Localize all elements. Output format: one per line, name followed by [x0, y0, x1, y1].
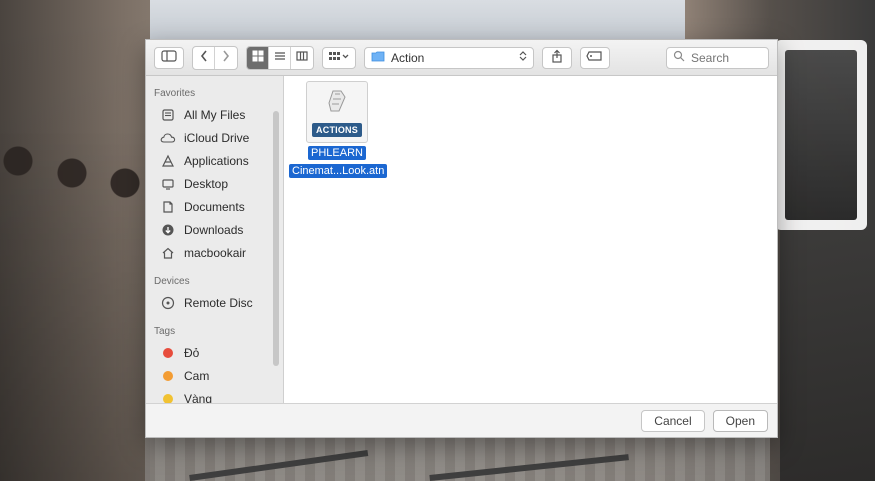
file-type-badge: ACTIONS	[312, 123, 362, 137]
back-button[interactable]	[193, 46, 215, 69]
location-label: Action	[391, 50, 425, 65]
sidebar-item-documents[interactable]: Documents	[146, 195, 283, 218]
sidebar-item-label: Desktop	[184, 176, 229, 191]
dialog-toolbar: Action	[146, 40, 777, 76]
search-input[interactable]	[691, 50, 761, 65]
view-columns-button[interactable]	[291, 47, 313, 69]
sidebar-item-label: macbookair	[184, 245, 247, 260]
desktop-icon	[160, 176, 176, 192]
background-sky	[150, 0, 685, 42]
sidebar-toggle-button[interactable]	[154, 46, 184, 69]
file-name-line2: Cinemat...Look.atn	[289, 164, 388, 178]
file-browser: ACTIONS PHLEARN Cinemat...Look.atn	[284, 76, 777, 403]
disc-icon	[160, 295, 176, 311]
updown-chevrons-icon	[519, 50, 527, 65]
view-list-button[interactable]	[269, 46, 291, 69]
open-file-dialog: Action Search Favorites All My Files iCl…	[145, 39, 778, 438]
columns-icon	[296, 49, 308, 67]
tag-button[interactable]	[580, 46, 610, 69]
documents-icon	[160, 199, 176, 215]
dialog-footer: Cancel Open	[146, 403, 777, 437]
tag-icon	[586, 50, 604, 65]
cloud-icon	[160, 130, 176, 146]
downloads-icon	[160, 222, 176, 238]
cancel-button[interactable]: Cancel	[641, 409, 705, 432]
sidebar-item-label: iCloud Drive	[184, 130, 250, 145]
sidebar-scrollbar[interactable]	[273, 111, 279, 366]
sidebar-item-desktop[interactable]: Desktop	[146, 172, 283, 195]
grid-icon	[252, 49, 264, 67]
sidebar-item-label: All My Files	[184, 107, 246, 122]
share-button[interactable]	[542, 46, 572, 69]
sidebar-tag-cam[interactable]: Cam	[146, 364, 283, 387]
sidebar-section-devices: Devices	[154, 276, 190, 287]
file-item-phlearn-cinematic-look[interactable]: ACTIONS PHLEARN Cinemat...Look.atn	[289, 81, 388, 179]
sidebar-section-favorites: Favorites	[154, 88, 196, 99]
dialog-body: Favorites All My Files iCloud Drive Appl…	[146, 76, 777, 406]
sidebar-item-label: Downloads	[184, 222, 244, 237]
grid-dropdown-icon	[328, 50, 350, 65]
chevron-left-icon	[199, 49, 209, 67]
sidebar-tag-label: Đỏ	[184, 345, 200, 360]
background-people-left	[0, 125, 150, 481]
sidebar-toggle-icon	[161, 50, 177, 65]
folder-icon	[371, 50, 385, 65]
share-icon	[550, 49, 564, 66]
open-button[interactable]: Open	[712, 409, 768, 432]
background-arm-right	[780, 230, 875, 481]
search-field[interactable]	[666, 46, 769, 69]
sidebar-item-remote-disc[interactable]: Remote Disc	[146, 291, 283, 314]
sidebar-item-label: Remote Disc	[184, 295, 253, 310]
sidebar-item-label: Documents	[184, 199, 245, 214]
sidebar-item-icloud-drive[interactable]: iCloud Drive	[146, 126, 283, 149]
file-name-line1: PHLEARN	[308, 146, 366, 160]
sidebar-item-applications[interactable]: Applications	[146, 149, 283, 172]
view-mode-selector	[246, 45, 314, 70]
arrange-menu-button[interactable]	[322, 46, 356, 69]
sidebar-item-downloads[interactable]: Downloads	[146, 218, 283, 241]
sidebar-tag-do[interactable]: Đỏ	[146, 341, 283, 364]
all-my-files-icon	[160, 107, 176, 123]
list-icon	[274, 49, 286, 67]
magnifier-icon	[673, 50, 685, 65]
location-popup[interactable]: Action	[364, 46, 534, 69]
tag-dot-orange-icon	[160, 368, 176, 384]
tag-dot-red-icon	[160, 345, 176, 361]
background-photo-frame-right	[775, 40, 867, 230]
sidebar-item-all-my-files[interactable]: All My Files	[146, 103, 283, 126]
view-icons-button[interactable]	[247, 46, 269, 69]
file-thumbnail: ACTIONS	[306, 81, 368, 143]
sidebar-tag-label: Cam	[184, 368, 210, 383]
sidebar: Favorites All My Files iCloud Drive Appl…	[146, 76, 284, 406]
home-icon	[160, 245, 176, 261]
photoshop-action-icon	[323, 87, 351, 120]
applications-icon	[160, 153, 176, 169]
forward-button[interactable]	[215, 47, 237, 69]
sidebar-item-macbookair[interactable]: macbookair	[146, 241, 283, 264]
chevron-right-icon	[221, 49, 231, 67]
navigation-back-forward	[192, 45, 238, 70]
sidebar-item-label: Applications	[184, 153, 249, 168]
sidebar-section-tags: Tags	[154, 326, 176, 337]
